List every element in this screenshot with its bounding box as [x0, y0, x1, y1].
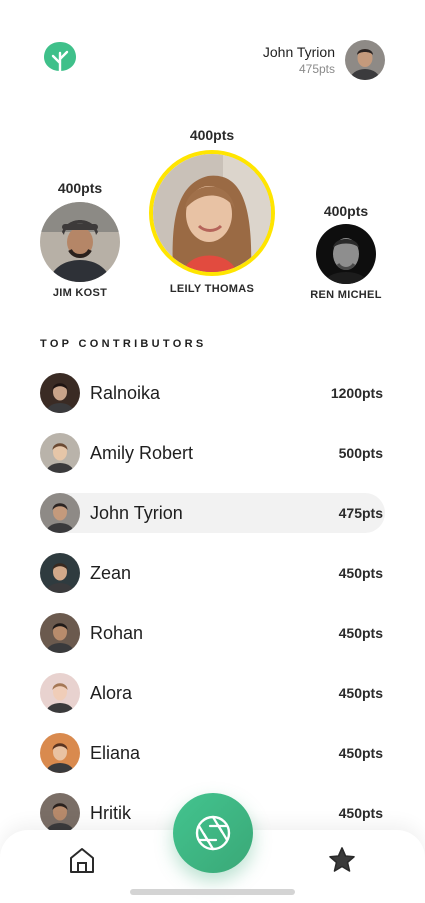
contributor-name: Rohan [90, 622, 144, 643]
home-indicator[interactable] [130, 889, 295, 895]
contributor-row[interactable]: Alora 450pts [40, 673, 385, 713]
podium-third-name: REN MICHEL [310, 289, 382, 301]
contributor-avatar [40, 793, 80, 833]
contributor-avatar [40, 733, 80, 773]
contributor-name: Zean [90, 562, 132, 583]
contributor-row[interactable]: Ralnoika 1200pts [40, 373, 385, 413]
aperture-icon [195, 815, 231, 851]
contributor-row[interactable]: Amily Robert 500pts [40, 433, 385, 473]
podium-third-avatar [316, 224, 376, 284]
podium-second-points: 400pts [57, 180, 103, 196]
contributor-name: John Tyrion [90, 502, 183, 523]
contributor-points: 1200pts [330, 385, 383, 401]
camera-button[interactable] [173, 793, 253, 873]
contributors-list: Ralnoika 1200pts Amily Robert 500pts John Ty… [40, 373, 385, 853]
contributor-name: Amily Robert [90, 442, 194, 463]
contributor-name: Ralnoika [90, 382, 161, 403]
contributor-avatar [40, 553, 80, 593]
podium-first-name: LEILY THOMAS [169, 283, 255, 295]
current-user-name: John Tyrion [262, 44, 335, 60]
contributor-avatar [40, 433, 80, 473]
contributor-name: Eliana [90, 742, 141, 763]
contributor-row[interactable]: Zean 450pts [40, 553, 385, 593]
section-title: TOP CONTRIBUTORS [40, 338, 207, 350]
contributor-points: 450pts [338, 685, 383, 701]
current-user[interactable]: John Tyrion 475pts [263, 40, 385, 80]
contributor-points: 500pts [338, 445, 383, 461]
contributor-avatar [40, 613, 80, 653]
podium-first-points: 400pts [189, 127, 235, 143]
podium-third[interactable]: 400pts REN MICHEL [304, 203, 388, 301]
contributor-name: Alora [90, 682, 133, 703]
contributor-row[interactable]: Rohan 450pts [40, 613, 385, 653]
contributor-points: 450pts [338, 565, 383, 581]
contributor-points: 450pts [338, 625, 383, 641]
contributor-row[interactable]: John Tyrion 475pts [40, 493, 385, 533]
nav-home-button[interactable] [67, 845, 97, 875]
tree-icon [44, 42, 76, 81]
home-icon [70, 848, 94, 873]
current-user-points: 475pts [298, 62, 335, 76]
contributor-avatar [40, 373, 80, 413]
contributor-points: 450pts [338, 745, 383, 761]
contributor-points: 475pts [338, 505, 383, 521]
app-logo [43, 41, 77, 81]
podium-second-name: JIM KOST [52, 287, 108, 299]
current-user-avatar[interactable] [345, 40, 385, 80]
contributor-row[interactable]: Eliana 450pts [40, 733, 385, 773]
podium-third-points: 400pts [323, 203, 369, 219]
podium-second[interactable]: 400pts JIM KOST [38, 180, 122, 299]
podium-first-avatar [149, 150, 275, 276]
contributor-points: 450pts [338, 805, 383, 821]
nav-favorites-button[interactable] [327, 845, 357, 875]
contributor-avatar [40, 673, 80, 713]
podium-first[interactable]: 400pts LEILY THOMAS [148, 127, 276, 295]
podium-second-avatar [40, 202, 120, 282]
contributor-avatar [40, 493, 80, 533]
star-icon [329, 847, 355, 872]
